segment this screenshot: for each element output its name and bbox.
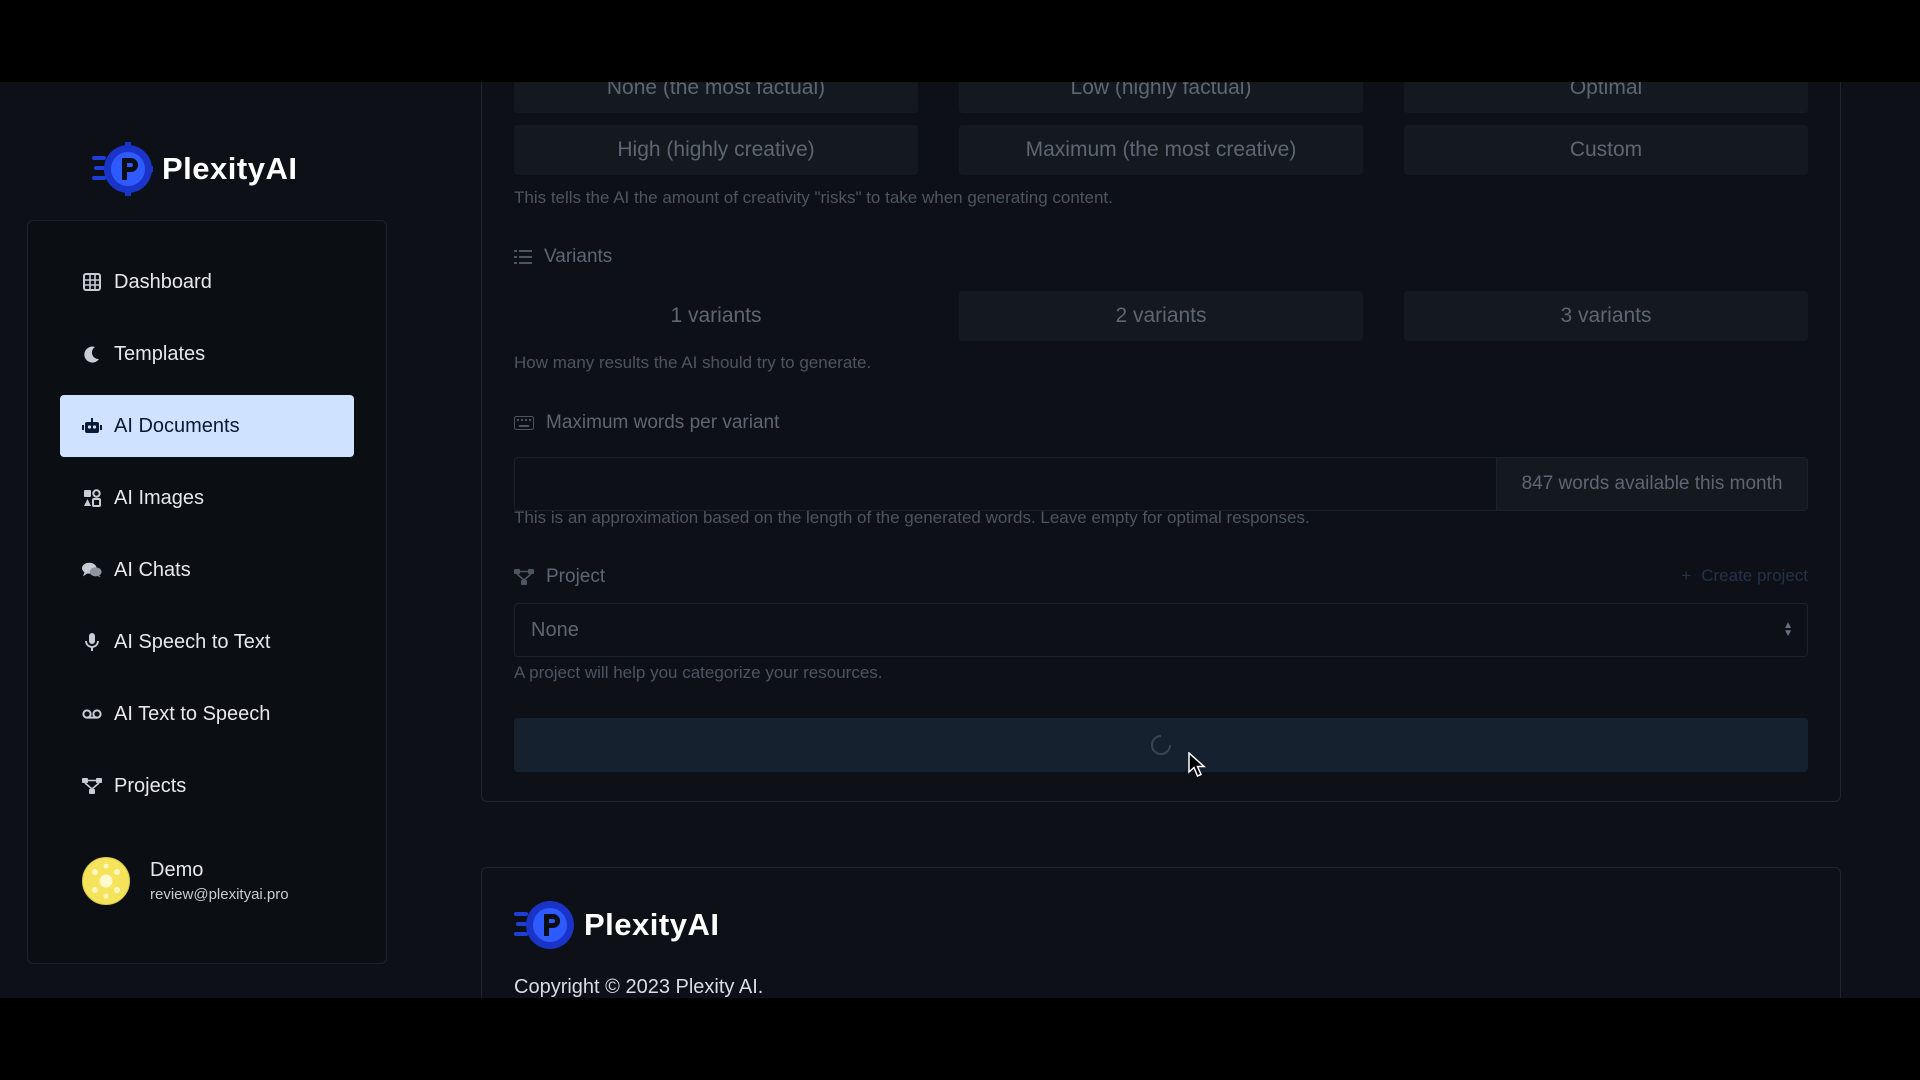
sidebar-item-label: AI Documents xyxy=(114,414,240,437)
brand-name: PlexityAI xyxy=(584,907,720,942)
sidebar-item-label: AI Images xyxy=(114,486,205,509)
sidebar-item-label: Dashboard xyxy=(114,270,212,293)
avatar xyxy=(82,857,130,905)
document-form-card: None (the most factual) Low (highly fact… xyxy=(481,82,1841,802)
option-label: Custom xyxy=(1569,138,1643,161)
option-label: High (highly creative) xyxy=(617,138,815,161)
sidebar-item-label: AI Chats xyxy=(114,558,191,581)
option-label: None (the most factual) xyxy=(606,82,826,99)
moon-icon xyxy=(82,344,102,364)
creativity-option-optimal[interactable]: Optimal xyxy=(1404,82,1808,113)
projects-icon xyxy=(514,569,534,585)
sidebar-item-label: Projects xyxy=(114,774,187,797)
microphone-icon xyxy=(82,632,102,652)
creativity-option-custom[interactable]: Custom xyxy=(1404,125,1808,175)
images-icon xyxy=(82,488,102,508)
project-select[interactable]: None ▲ ▼ xyxy=(514,603,1808,657)
words-available-addon: 847 words available this month xyxy=(1496,458,1807,510)
max-words-input-group: 847 words available this month xyxy=(514,457,1808,511)
select-arrows-icon: ▲ ▼ xyxy=(1783,620,1793,639)
sidebar-item-ai-documents[interactable]: AI Documents xyxy=(60,395,354,457)
option-label: 2 variants xyxy=(1115,304,1207,327)
voicemail-icon xyxy=(82,704,102,724)
max-words-input[interactable] xyxy=(515,458,1496,510)
sidebar-item-projects[interactable]: Projects xyxy=(60,755,354,817)
mouse-cursor-icon xyxy=(1188,752,1206,777)
sidebar-item-templates[interactable]: Templates xyxy=(60,323,354,385)
sidebar-item-dashboard[interactable]: Dashboard xyxy=(60,251,354,313)
generate-button[interactable] xyxy=(514,718,1808,772)
app-window: PlexityAI Dashboard Templates AI Documen… xyxy=(0,82,1920,998)
sidebar-nav: Dashboard Templates AI Documents AI Imag… xyxy=(60,251,354,827)
creativity-help: This tells the AI the amount of creativi… xyxy=(514,188,1113,207)
option-label: Optimal xyxy=(1569,82,1643,99)
sidebar-item-ai-images[interactable]: AI Images xyxy=(60,467,354,529)
keyboard-icon xyxy=(514,416,534,430)
sidebar-item-label: AI Speech to Text xyxy=(114,630,271,653)
robot-icon xyxy=(82,416,102,436)
max-words-help: This is an approximation based on the le… xyxy=(514,508,1310,527)
variants-label-text: Variants xyxy=(544,246,613,267)
project-select-value: None xyxy=(531,618,579,641)
user-profile[interactable]: Demo review@plexityai.pro xyxy=(82,857,289,905)
option-label: 3 variants xyxy=(1560,304,1652,327)
list-icon xyxy=(514,250,532,264)
option-label: 1 variants xyxy=(670,304,762,327)
creativity-option-none[interactable]: None (the most factual) xyxy=(514,82,918,113)
plus-icon: + xyxy=(1681,566,1692,585)
option-label: Low (highly factual) xyxy=(1070,82,1252,99)
creativity-option-maximum[interactable]: Maximum (the most creative) xyxy=(959,125,1363,175)
plexity-logo-icon xyxy=(92,142,153,196)
user-name: Demo xyxy=(150,859,204,881)
max-words-label-text: Maximum words per variant xyxy=(546,412,780,433)
variant-option-2[interactable]: 2 variants xyxy=(959,291,1363,341)
plexity-logo-icon xyxy=(514,901,574,949)
sidebar-item-ai-text-to-speech[interactable]: AI Text to Speech xyxy=(60,683,354,745)
user-email: review@plexityai.pro xyxy=(150,886,289,903)
max-words-label: Maximum words per variant xyxy=(514,412,779,434)
user-info: Demo review@plexityai.pro xyxy=(150,859,289,903)
variants-label: Variants xyxy=(514,246,612,268)
chats-icon xyxy=(82,560,102,580)
sidebar-item-label: AI Text to Speech xyxy=(114,702,271,725)
create-project-label: Create project xyxy=(1701,566,1808,585)
creativity-option-high[interactable]: High (highly creative) xyxy=(514,125,918,175)
option-label: Maximum (the most creative) xyxy=(1025,138,1297,161)
sidebar-item-ai-speech-to-text[interactable]: AI Speech to Text xyxy=(60,611,354,673)
footer: PlexityAI Copyright © 2023 Plexity AI. xyxy=(481,867,1841,998)
creativity-option-low[interactable]: Low (highly factual) xyxy=(959,82,1363,113)
footer-brand-logo[interactable]: PlexityAI xyxy=(514,898,719,952)
project-label: Project xyxy=(514,566,605,588)
copyright-text: Copyright © 2023 Plexity AI. xyxy=(514,976,764,998)
create-project-link[interactable]: + Create project xyxy=(1681,566,1808,586)
sidebar-item-ai-chats[interactable]: AI Chats xyxy=(60,539,354,601)
loading-spinner-icon xyxy=(1151,735,1171,755)
brand-name: PlexityAI xyxy=(162,151,298,186)
projects-icon xyxy=(82,776,102,796)
grid-icon xyxy=(82,272,102,292)
variants-help: How many results the AI should try to ge… xyxy=(514,353,872,372)
brand-logo[interactable]: PlexityAI xyxy=(92,142,297,196)
project-label-text: Project xyxy=(546,566,606,587)
sidebar-item-label: Templates xyxy=(114,342,206,365)
project-help: A project will help you categorize your … xyxy=(514,663,883,682)
sidebar: Dashboard Templates AI Documents AI Imag… xyxy=(27,220,387,964)
variant-option-1[interactable]: 1 variants xyxy=(514,291,918,341)
variant-option-3[interactable]: 3 variants xyxy=(1404,291,1808,341)
